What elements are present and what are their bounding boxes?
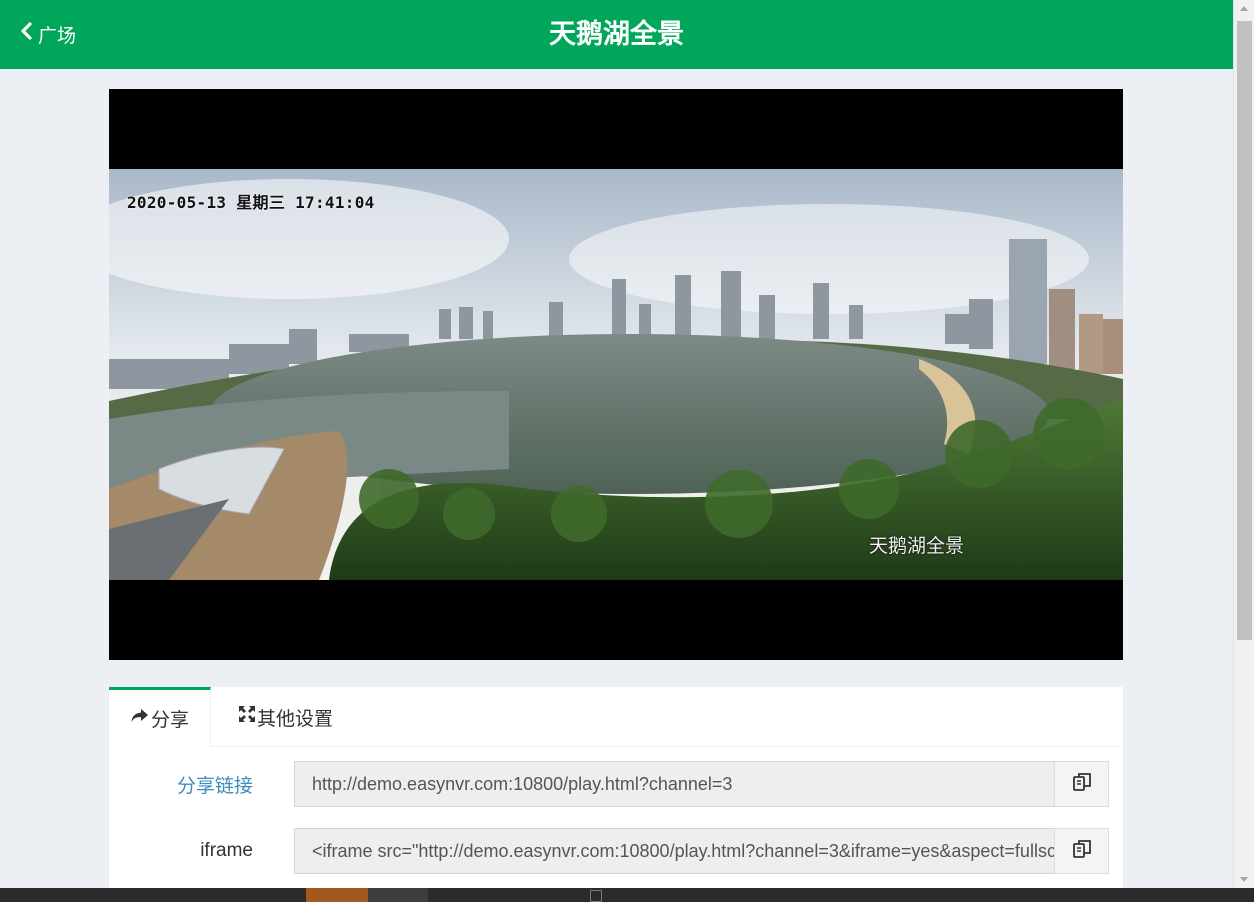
share-icon (130, 707, 151, 731)
scrollbar-thumb[interactable] (1237, 21, 1252, 640)
scroll-down-icon[interactable] (1240, 877, 1248, 882)
page-title: 天鹅湖全景 (549, 19, 684, 49)
taskbar-app-active[interactable] (306, 888, 368, 902)
iframe-label: iframe (200, 840, 253, 861)
video-frame (109, 169, 1123, 580)
page-scrollbar[interactable] (1233, 0, 1254, 888)
copy-icon (1072, 772, 1092, 797)
tab-share[interactable]: 分享 (109, 687, 211, 747)
tab-share-label: 分享 (151, 710, 190, 731)
os-taskbar (0, 888, 1254, 902)
scroll-up-icon[interactable] (1240, 6, 1248, 11)
video-player[interactable]: 2020-05-13 星期三 17:41:04 天鹅湖全景 (109, 89, 1123, 660)
iframe-code-field[interactable]: <iframe src="http://demo.easynvr.com:108… (294, 828, 1055, 874)
share-panel: 分享 其他设置 分享链接 http://demo.easynvr.com:108… (109, 687, 1123, 902)
taskbar-app[interactable] (368, 888, 428, 902)
share-link-field[interactable]: http://demo.easynvr.com:10800/play.html?… (294, 761, 1055, 807)
tab-bar: 分享 其他设置 (109, 687, 1123, 747)
taskbar-window-icon[interactable] (590, 890, 602, 902)
osd-channel-name: 天鹅湖全景 (869, 536, 965, 557)
top-bar: 广场 天鹅湖全景 (0, 0, 1233, 69)
osd-timestamp: 2020-05-13 星期三 17:41:04 (127, 193, 375, 212)
tab-other-settings-label: 其他设置 (257, 708, 334, 730)
expand-icon (238, 705, 257, 729)
iframe-row: iframe <iframe src="http://demo.easynvr.… (109, 828, 1123, 874)
share-link-row: 分享链接 http://demo.easynvr.com:10800/play.… (109, 761, 1123, 807)
copy-icon (1072, 839, 1092, 864)
share-link-label: 分享链接 (176, 775, 253, 797)
copy-share-link-button[interactable] (1054, 761, 1109, 807)
copy-iframe-button[interactable] (1054, 828, 1109, 874)
tab-other-settings[interactable]: 其他设置 (238, 687, 333, 747)
